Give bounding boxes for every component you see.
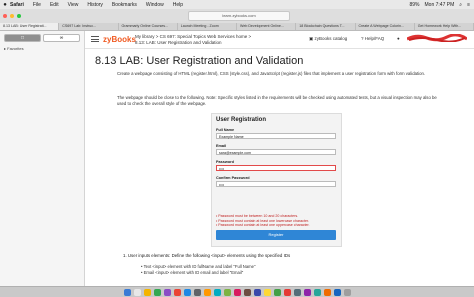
tab-bar: 8.13 LAB: User Registrati... CS697 Lab: …: [0, 23, 474, 31]
help-faq-link[interactable]: ? Help/FAQ: [361, 36, 384, 41]
intro-paragraph: Create a webpage consisting of HTML (reg…: [117, 71, 426, 76]
tab-7[interactable]: Create A Webpage Colorin...: [356, 23, 415, 30]
dock-app-icon[interactable]: [343, 288, 351, 296]
breadcrumb[interactable]: My library > CS 697: Special Topics Web …: [135, 34, 251, 39]
dock-app-icon[interactable]: [243, 288, 251, 296]
zybooks-header: zyBooks My library > CS 697: Special Top…: [85, 31, 474, 49]
redacted-username: [407, 34, 467, 42]
fullname-label: Full Name: [216, 128, 235, 132]
zoom-window-icon[interactable]: [17, 14, 21, 18]
dock-app-icon[interactable]: [283, 288, 291, 296]
dock-app-icon[interactable]: [193, 288, 201, 296]
page-content: zyBooks My library > CS 697: Special Top…: [85, 31, 474, 286]
reading-list-tab[interactable]: ∞: [43, 34, 80, 42]
dock-app-icon[interactable]: [133, 288, 141, 296]
menu-safari[interactable]: Safari: [10, 2, 24, 8]
favorites-label: Favorites: [7, 46, 24, 51]
tab-3[interactable]: Grammarly Online Courses...: [119, 23, 178, 30]
dock-app-icon[interactable]: [213, 288, 221, 296]
sidebar-tabs: □ ∞: [4, 34, 80, 42]
dock-app-icon[interactable]: [153, 288, 161, 296]
menu-view[interactable]: View: [68, 2, 79, 8]
dock-app-icon[interactable]: [203, 288, 211, 296]
user-menu[interactable]: ●: [397, 36, 400, 41]
catalog-label: zyBooks catalog: [314, 36, 348, 41]
dock-app-icon[interactable]: [233, 288, 241, 296]
menu-file[interactable]: File: [33, 2, 41, 8]
dock-app-icon[interactable]: [263, 288, 271, 296]
zybooks-logo[interactable]: zyBooks: [103, 35, 136, 44]
menu-history[interactable]: History: [87, 2, 103, 8]
tab-6[interactable]: 18 Blockchain Questions T...: [296, 23, 356, 30]
help-label: Help/FAQ: [364, 36, 385, 41]
error-message: • Password must contain at least one upp…: [216, 223, 310, 228]
email-label: Email: [216, 144, 227, 148]
apple-menu-icon[interactable]: ●: [0, 2, 10, 8]
clock[interactable]: Mon 7:47 PM: [425, 2, 455, 8]
minimize-window-icon[interactable]: [10, 14, 14, 18]
breadcrumb-current: 8.13: LAB: User Registration and Validat…: [135, 40, 222, 45]
registration-form-example: User Registration Full Name Example Name…: [211, 113, 342, 247]
zybooks-catalog-link[interactable]: ▣ zyBooks catalog: [309, 36, 347, 42]
sidebar: □ ∞ ▸ Favorites: [0, 31, 85, 286]
dock-app-icon[interactable]: [143, 288, 151, 296]
style-note-paragraph: The webpage should be close to the follo…: [117, 95, 437, 106]
dock-app-icon[interactable]: [323, 288, 331, 296]
battery-percent: 89%: [409, 1, 420, 8]
dock-app-icon[interactable]: [253, 288, 261, 296]
dock-app-icon[interactable]: [183, 288, 191, 296]
browser-toolbar: learn.zybooks.com: [0, 9, 474, 23]
tab-8[interactable]: Get Homework Help With...: [415, 23, 474, 30]
dock-app-icon[interactable]: [293, 288, 301, 296]
dock-app-icon[interactable]: [163, 288, 171, 296]
avatar: ●: [397, 36, 400, 41]
macos-dock: [0, 286, 474, 297]
page-title: 8.13 LAB: User Registration and Validati…: [95, 55, 304, 67]
dock-app-icon[interactable]: [273, 288, 281, 296]
requirement-list: • Text <input> element with ID fullName …: [141, 264, 255, 276]
menu-window[interactable]: Window: [146, 2, 164, 8]
sidebar-favorites[interactable]: ▸ Favorites: [4, 46, 80, 51]
hamburger-menu-icon[interactable]: [91, 36, 99, 44]
menu-help[interactable]: Help: [173, 2, 183, 8]
register-button[interactable]: Register: [216, 230, 336, 240]
menubar-status: 89% Mon 7:47 PM ⌕ ≡: [410, 0, 471, 9]
password-label: Password: [216, 160, 234, 164]
search-icon[interactable]: ⌕: [459, 2, 462, 8]
dock-app-icon[interactable]: [123, 288, 131, 296]
email-field[interactable]: sara@example.com: [216, 149, 336, 155]
list-item: • Email <input> element with ID email an…: [141, 270, 244, 275]
menu-edit[interactable]: Edit: [50, 2, 59, 8]
form-heading: User Registration: [216, 117, 267, 123]
form-errors: • Password must be between 10 and 20 cha…: [216, 214, 310, 228]
dock-app-icon[interactable]: [223, 288, 231, 296]
fullname-field[interactable]: Example Name: [216, 133, 336, 139]
tab-2[interactable]: CS697 Lab: Instruc...: [59, 23, 119, 30]
confirm-password-label: Confirm Password: [216, 176, 250, 180]
close-window-icon[interactable]: [3, 14, 7, 18]
tab-5[interactable]: Web Development Online...: [237, 23, 297, 30]
requirement-heading: 1. User inputs elements: Define the foll…: [123, 253, 291, 258]
menu-bookmarks[interactable]: Bookmarks: [112, 2, 137, 8]
dock-app-icon[interactable]: [333, 288, 341, 296]
confirm-password-field[interactable]: ••••: [216, 181, 336, 187]
dock-app-icon[interactable]: [303, 288, 311, 296]
tab-4[interactable]: Launch Meeting - Zoom: [178, 23, 237, 30]
password-field[interactable]: ••••: [216, 165, 336, 171]
list-icon[interactable]: ≡: [467, 2, 470, 8]
bookmarks-tab[interactable]: □: [4, 34, 41, 42]
tab-lab[interactable]: 8.13 LAB: User Registrati...: [0, 23, 60, 30]
dock-app-icon[interactable]: [173, 288, 181, 296]
address-bar[interactable]: learn.zybooks.com: [188, 11, 290, 21]
dock-app-icon[interactable]: [313, 288, 321, 296]
